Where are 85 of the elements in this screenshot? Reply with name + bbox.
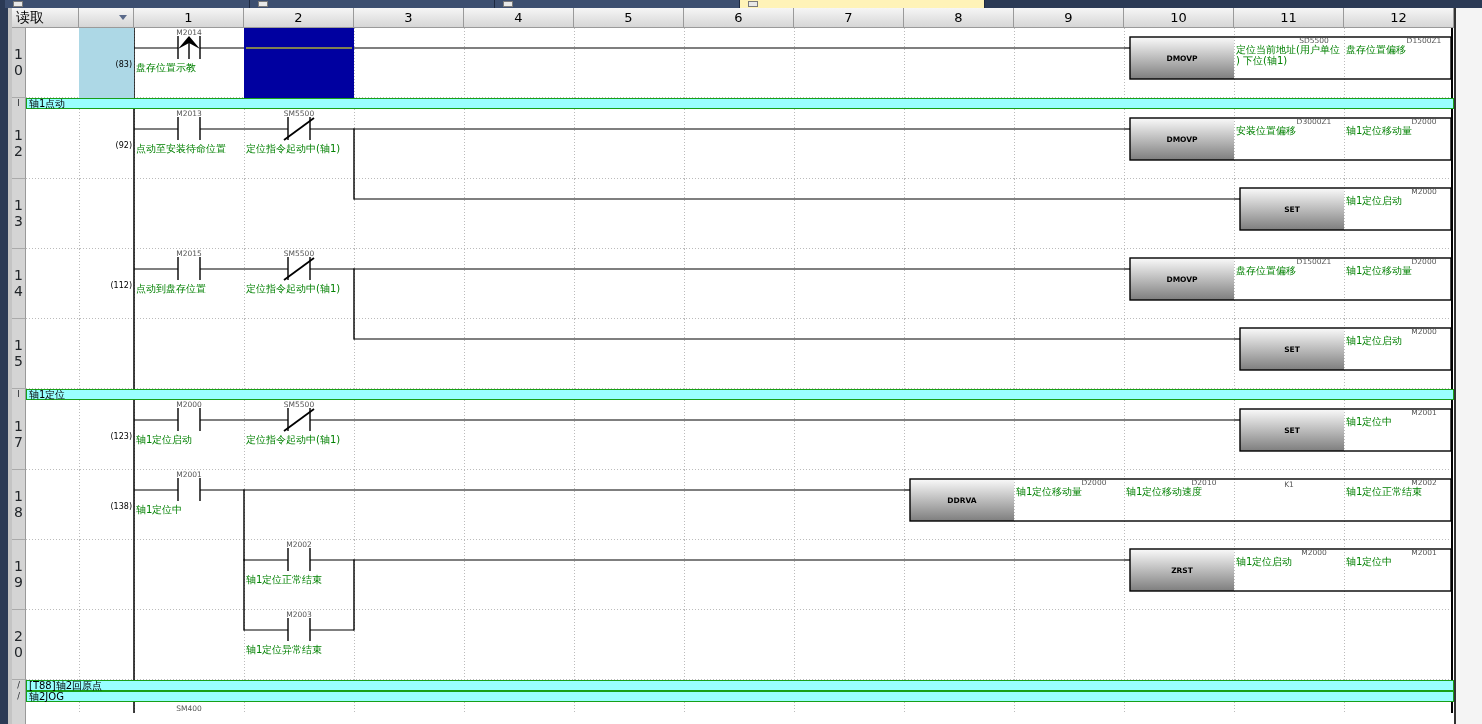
row-number: 12 [13,128,24,159]
document-icon [748,1,758,7]
device-comment: 安装位置偏移 [1236,125,1296,136]
step-number: (92) [115,141,132,150]
device-comment: 盘存位置偏移 [1236,265,1296,276]
contact-symbol [177,407,201,432]
contact-symbol [283,407,315,432]
contact-symbol [287,617,311,642]
wire [199,47,245,49]
step-number: (112) [110,281,132,290]
device-comment: 盘存位置示教 [136,62,196,73]
step-number: (123) [110,432,132,441]
device-comment: 轴1定位启动 [1346,335,1403,346]
column-header: 12 [1344,8,1454,28]
device-comment: 点动至安装待命位置 [136,143,226,154]
document-tab[interactable] [495,0,740,8]
wire [133,419,179,421]
contact-symbol [177,256,201,281]
device-comment: 盘存位置偏移 [1346,44,1406,55]
device-comment: 轴1定位启动 [1236,556,1293,567]
statement-text: 轴1点动 [29,99,66,108]
statement-marker[interactable]: I [12,389,26,400]
document-icon [503,1,513,7]
document-icon [13,1,23,7]
dropdown-icon[interactable] [119,15,127,20]
contact-symbol [177,477,201,502]
column-header: 5 [574,8,684,28]
wire [133,47,179,49]
column-header: 3 [354,8,464,28]
row-number: 17 [13,419,24,450]
contact-symbol [177,35,201,60]
column-header: 7 [794,8,904,28]
device-comment: 定位当前地址(用户单位) 下位(轴1) [1236,44,1340,66]
statement-marker[interactable]: I [12,98,26,109]
document-tab[interactable] [250,0,495,8]
wire [133,128,179,130]
statement-marker[interactable]: / [12,691,26,702]
statement-text: 轴1定位 [29,390,66,399]
step-number: (83) [115,60,132,69]
document-tab[interactable] [5,0,250,8]
row-number: 18 [13,489,24,520]
device-comment: 定位指令起动中(轴1) [246,283,341,294]
statement-text: [T88]轴2回原点 [29,681,102,690]
contact-symbol [287,547,311,572]
mode-label: 读取 [12,8,79,28]
row-number: 13 [13,198,24,229]
device-comment: 轴1定位移动速度 [1126,486,1203,497]
row-number: 20 [13,629,24,660]
device-comment: 定位指令起动中(轴1) [246,434,341,445]
device-comment: 轴1定位中 [1346,556,1393,567]
column-header: 6 [684,8,794,28]
column-header: 11 [1234,8,1344,28]
column-header: 8 [904,8,1014,28]
statement-marker[interactable]: / [12,680,26,691]
device-comment: 轴1定位中 [136,504,183,515]
device-comment: 轴1定位移动量 [1016,486,1083,497]
device-comment: 轴1定位启动 [1346,195,1403,206]
device-comment: 轴1定位中 [1346,416,1393,427]
device-comment: 轴1定位正常结束 [246,574,323,585]
wire [133,489,179,491]
contact-symbol [283,116,315,141]
column-header: 10 [1124,8,1234,28]
row-number: 14 [13,268,24,299]
row-select-marker[interactable]: (83) [79,28,134,98]
device-comment: 定位指令起动中(轴1) [246,143,341,154]
column-header: 2 [244,8,354,28]
statement-text: 轴2JOG [29,692,64,701]
document-tab[interactable] [740,0,985,8]
row-number: 10 [13,47,24,78]
step-number: (138) [110,502,132,511]
row-number: 19 [13,559,24,590]
document-icon [258,1,268,7]
contact-symbol [177,116,201,141]
column-header: 4 [464,8,574,28]
column-header: 9 [1014,8,1124,28]
device-comment: 轴1定位移动量 [1346,125,1413,136]
row-number: 15 [13,338,24,369]
wire [133,268,179,270]
device-comment: 轴1定位异常结束 [246,644,323,655]
contact-symbol [283,256,315,281]
device-comment: 点动到盘存位置 [136,283,206,294]
column-header: 1 [134,8,244,28]
device-comment: 轴1定位启动 [136,434,193,445]
device-comment: 轴1定位正常结束 [1346,486,1423,497]
device-comment: 轴1定位移动量 [1346,265,1413,276]
